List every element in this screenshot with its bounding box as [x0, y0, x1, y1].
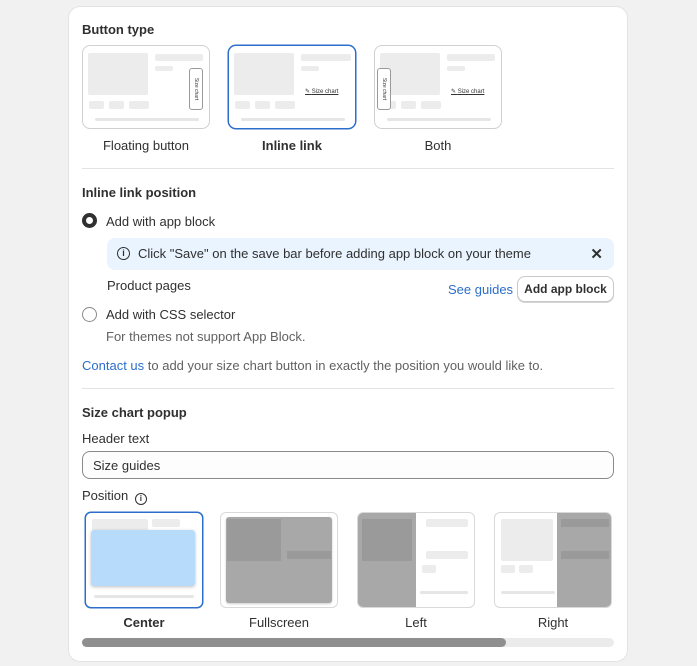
size-chart-popup-title: Size chart popup — [82, 405, 187, 420]
size-chart-tag: Size chart — [189, 68, 203, 110]
right-label: Right — [537, 615, 569, 630]
contact-us-link[interactable]: Contact us — [82, 358, 144, 373]
info-banner-text: Click "Save" on the save bar before addi… — [138, 246, 531, 261]
position-fullscreen[interactable]: Fullscreen — [220, 512, 338, 630]
position-center[interactable]: Center — [85, 512, 203, 630]
app-block-label: Add with app block — [106, 214, 216, 229]
size-chart-inline-link: ✎ Size chart — [451, 89, 485, 95]
inline-link-preview: ✎ Size chart — [228, 45, 356, 129]
header-text-label: Header text — [82, 431, 150, 446]
see-guides-link[interactable]: See guides — [448, 282, 513, 297]
button-type-inline[interactable]: ✎ Size chart Inline link — [228, 45, 356, 153]
divider — [82, 388, 614, 389]
button-type-title: Button type — [82, 22, 155, 37]
css-selector-radio[interactable] — [82, 307, 97, 322]
fullscreen-preview — [220, 512, 338, 608]
center-label: Center — [123, 615, 165, 630]
left-label: Left — [405, 615, 427, 630]
position-right[interactable]: Right — [494, 512, 612, 630]
app-block-radio[interactable] — [82, 213, 97, 228]
center-preview — [85, 512, 203, 608]
divider — [82, 168, 614, 169]
position-label-row: Position i — [82, 488, 147, 505]
css-selector-label: Add with CSS selector — [106, 307, 236, 322]
fullscreen-label: Fullscreen — [249, 615, 309, 630]
header-text-input[interactable]: Size guides — [82, 451, 614, 479]
both-preview: ✎ Size chart Size chart — [374, 45, 502, 129]
settings-card: Button type Size chart Floating button ✎… — [68, 6, 628, 662]
button-type-both[interactable]: ✎ Size chart Size chart Both — [374, 45, 502, 153]
both-label: Both — [424, 138, 452, 153]
add-app-block-button[interactable]: Add app block — [517, 276, 614, 302]
right-preview — [494, 512, 612, 608]
inline-link-label: Inline link — [262, 138, 322, 153]
floating-button-label: Floating button — [102, 138, 189, 153]
close-icon[interactable]: ✕ — [590, 245, 603, 263]
info-banner: i Click "Save" on the save bar before ad… — [107, 238, 614, 270]
horizontal-scrollbar[interactable] — [82, 638, 614, 647]
size-chart-inline-link: ✎ Size chart — [305, 89, 339, 95]
position-left[interactable]: Left — [357, 512, 475, 630]
inline-link-position-title: Inline link position — [82, 185, 197, 200]
button-type-floating[interactable]: Size chart Floating button — [82, 45, 210, 153]
size-chart-tag: Size chart — [377, 68, 391, 110]
position-label: Position — [82, 488, 129, 503]
info-icon[interactable]: i — [134, 493, 147, 505]
floating-button-preview: Size chart — [82, 45, 210, 129]
info-icon: i — [117, 247, 130, 260]
left-preview — [357, 512, 475, 608]
css-selector-help: For themes not support App Block. — [106, 329, 306, 344]
scrollbar-thumb[interactable] — [82, 638, 506, 647]
product-pages-label: Product pages — [107, 278, 191, 293]
contact-text: Contact us to add your size chart button… — [82, 358, 544, 373]
